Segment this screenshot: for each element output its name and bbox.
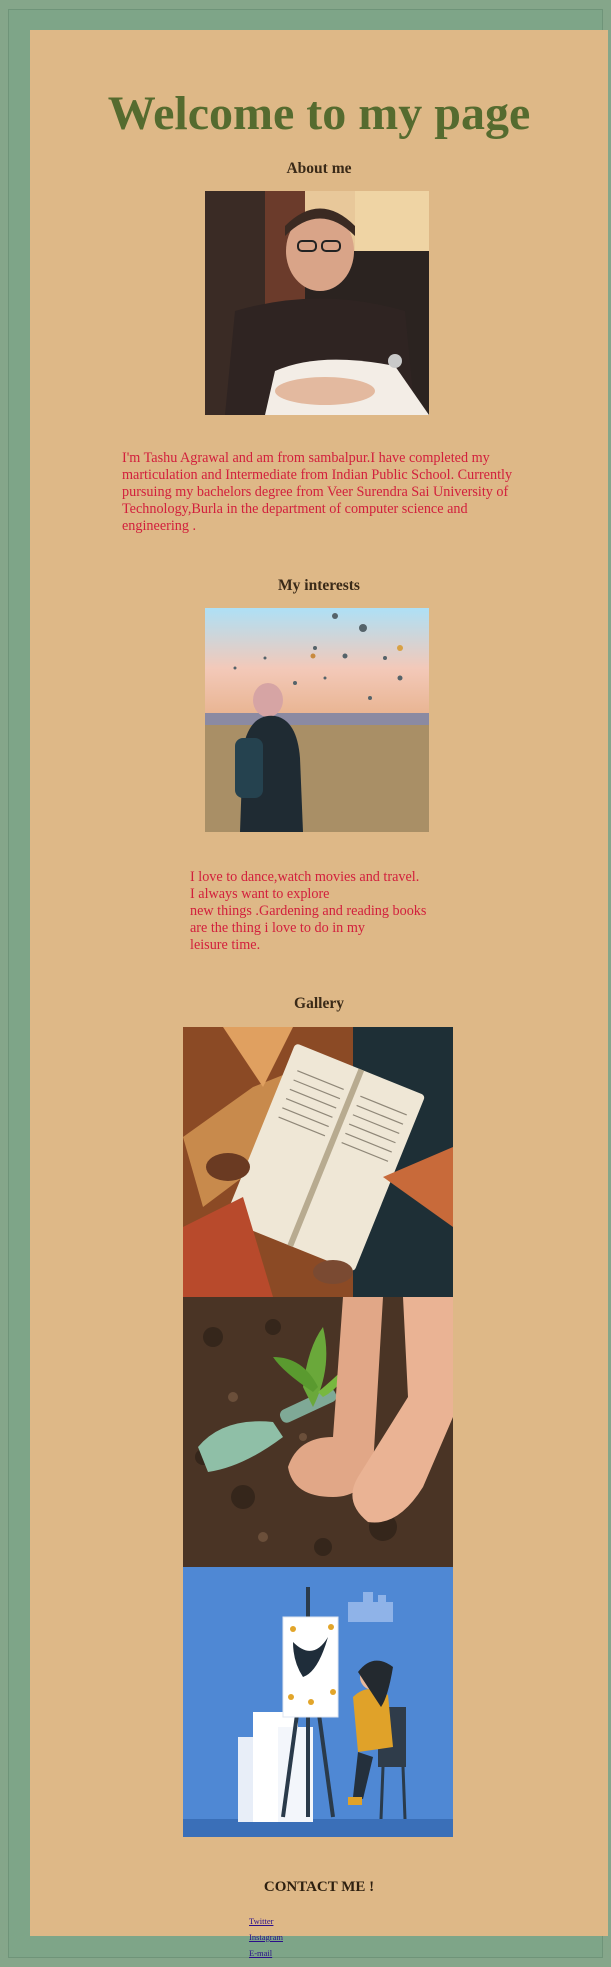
gallery-image-book [183,1027,453,1297]
gallery-image-plant [183,1297,453,1567]
instagram-link[interactable]: Instagram [249,1929,283,1945]
about-photo [205,191,429,415]
contact-heading: CONTACT ME ! [263,1879,375,1895]
interests-heading: My interests [278,577,360,594]
gallery-heading: Gallery [294,995,344,1012]
contact-links: Twitter Instagram E-mail [249,1913,283,1961]
gallery-image-painting [183,1567,453,1837]
page-title: Welcome to my page [107,87,531,140]
portrait-image [205,191,429,415]
book-image [183,1027,453,1297]
about-text: I'm Tashu Agrawal and am from sambalpur.… [122,450,513,534]
interests-text: I love to dance,watch movies and travel.… [190,869,490,954]
interests-line: are the thing i love to do in my [190,920,365,936]
interests-line: new things .Gardening and reading books [190,903,427,919]
twitter-link[interactable]: Twitter [249,1913,283,1929]
balloons-image [205,608,429,832]
interests-line: leisure time. [190,937,261,953]
interests-photo [205,608,429,832]
about-heading: About me [286,160,352,177]
page-content: Welcome to my page About me I'm Tashu Ag… [30,30,608,1958]
interests-line: I love to dance,watch movies and travel. [190,869,420,885]
painter-image [183,1567,453,1837]
interests-line: I always want to explore [190,886,330,902]
plant-image [183,1297,453,1567]
email-link[interactable]: E-mail [249,1945,283,1961]
